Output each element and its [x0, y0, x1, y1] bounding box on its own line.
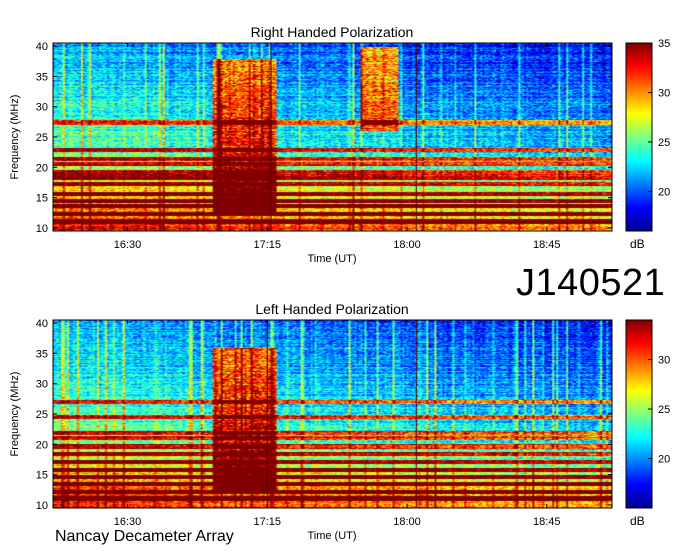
colorbar-tick-label: 20	[658, 454, 670, 466]
colorbar-tick-label: 35	[658, 38, 670, 50]
x-tick-label: 17:15	[254, 239, 282, 251]
panel-left-handed: Left Handed Polarization 10152025303540 …	[9, 301, 670, 542]
x-tick-label: 18:00	[393, 516, 421, 528]
y-tick-label: 25	[36, 132, 48, 144]
y-tick-label: 30	[36, 102, 48, 114]
colorbar-tick-label: 25	[658, 137, 670, 149]
y-tick-label: 40	[36, 41, 48, 53]
x-axis-label: Time (UT)	[307, 530, 356, 542]
y-tick-label: 40	[36, 318, 48, 330]
colorbar-tick-label: 30	[658, 87, 670, 99]
spectrogram-image	[53, 43, 612, 231]
y-tick-label: 35	[36, 348, 48, 360]
colorbar-tick-label: 25	[658, 404, 670, 416]
observatory-name: Nancay Decameter Array	[55, 528, 234, 545]
y-tick-label: 35	[36, 71, 48, 83]
y-axis-label: Frequency (MHz)	[9, 95, 21, 180]
y-tick-label: 15	[36, 193, 48, 205]
y-tick-label: 20	[36, 162, 48, 174]
y-tick-label: 10	[36, 223, 48, 235]
x-axis-label: Time (UT)	[307, 253, 356, 265]
x-tick-label: 17:15	[254, 516, 282, 528]
y-tick-label: 15	[36, 470, 48, 482]
colorbar-label: dB	[630, 514, 645, 528]
colorbar	[625, 319, 653, 509]
panel-title: Right Handed Polarization	[251, 24, 414, 40]
x-tick-label: 18:00	[393, 239, 421, 251]
panel-title: Left Handed Polarization	[255, 301, 408, 317]
panel-right-handed: Right Handed Polarization 10 15 20 25 30 35 40…	[9, 24, 670, 265]
y-axis-label: Frequency (MHz)	[9, 372, 21, 457]
x-tick-label: 16:30	[114, 239, 142, 251]
y-tick-label: 30	[36, 379, 48, 391]
y-tick-label: 25	[36, 409, 48, 421]
colorbar	[625, 42, 653, 232]
x-tick-label: 16:30	[114, 516, 142, 528]
y-tick-label: 10	[36, 500, 48, 512]
spectrogram-image	[53, 320, 612, 508]
y-tick-label: 20	[36, 439, 48, 451]
colorbar-tick-label: 30	[658, 355, 670, 367]
observation-id: J140521	[516, 262, 666, 304]
colorbar-label: dB	[630, 237, 645, 251]
x-tick-label: 18:45	[533, 239, 561, 251]
colorbar-tick-label: 20	[658, 186, 670, 198]
x-tick-label: 18:45	[533, 516, 561, 528]
